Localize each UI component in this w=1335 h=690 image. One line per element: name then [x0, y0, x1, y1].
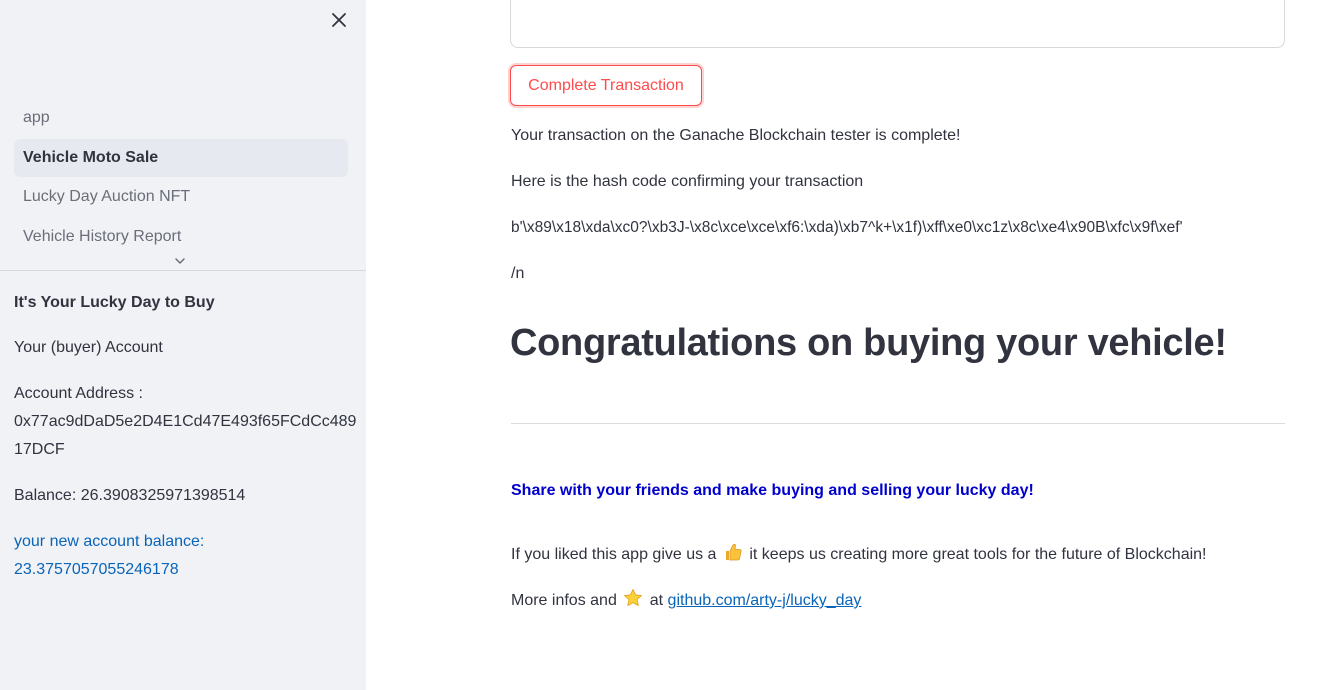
sidebar-nav: app Vehicle Moto Sale Lucky Day Auction …	[14, 99, 348, 257]
newline-text: /n	[511, 265, 525, 282]
complete-transaction-button[interactable]: Complete Transaction	[510, 65, 702, 106]
sidebar-item-lucky-day-auction-nft[interactable]: Lucky Day Auction NFT	[14, 178, 348, 216]
buyer-account-header: Your (buyer) Account	[14, 339, 163, 356]
divider	[511, 423, 1285, 424]
sidebar-item-vehicle-history-report[interactable]: Vehicle History Report	[14, 218, 348, 256]
account-address-line2: 17DCF	[14, 441, 65, 458]
new-balance-label: your new account balance:	[14, 533, 205, 550]
like-message: If you liked this app give us a it keeps…	[511, 542, 1206, 570]
account-address-label: Account Address :	[14, 385, 143, 402]
chevron-down-icon[interactable]	[173, 254, 187, 268]
sidebar: app Vehicle Moto Sale Lucky Day Auction …	[0, 0, 366, 690]
transaction-hash: b'\x89\x18\xda\xc0?\xb3J-\x8c\xce\xce\xf…	[511, 219, 1183, 236]
sidebar-item-app[interactable]: app	[14, 99, 348, 137]
share-message: Share with your friends and make buying …	[511, 482, 1034, 499]
sidebar-title: It's Your Lucky Day to Buy	[14, 294, 215, 311]
text-input-field[interactable]	[510, 0, 1285, 48]
more-text-before: More infos and	[511, 592, 617, 609]
sidebar-item-vehicle-moto-sale[interactable]: Vehicle Moto Sale	[14, 138, 348, 177]
hash-intro-text: Here is the hash code confirming your tr…	[511, 173, 864, 190]
more-info-line: More infos and at github.com/arty-j/luck…	[511, 588, 861, 616]
like-text-before: If you liked this app give us a	[511, 546, 717, 563]
transaction-complete-message: Your transaction on the Ganache Blockcha…	[511, 127, 961, 144]
account-balance: Balance: 26.3908325971398514	[14, 487, 246, 504]
star-icon	[623, 588, 643, 616]
like-text-after: it keeps us creating more great tools fo…	[749, 546, 1207, 563]
sidebar-divider	[0, 270, 366, 271]
more-text-at: at	[649, 592, 664, 609]
thumbs-up-icon	[723, 542, 743, 570]
close-icon[interactable]	[328, 9, 350, 31]
github-link[interactable]: github.com/arty-j/lucky_day	[668, 592, 862, 609]
congratulations-heading: Congratulations on buying your vehicle!	[510, 322, 1227, 364]
account-address-line1: 0x77ac9dDaD5e2D4E1Cd47E493f65FCdCc489	[14, 413, 357, 430]
new-balance-value: 23.3757057055246178	[14, 561, 179, 578]
